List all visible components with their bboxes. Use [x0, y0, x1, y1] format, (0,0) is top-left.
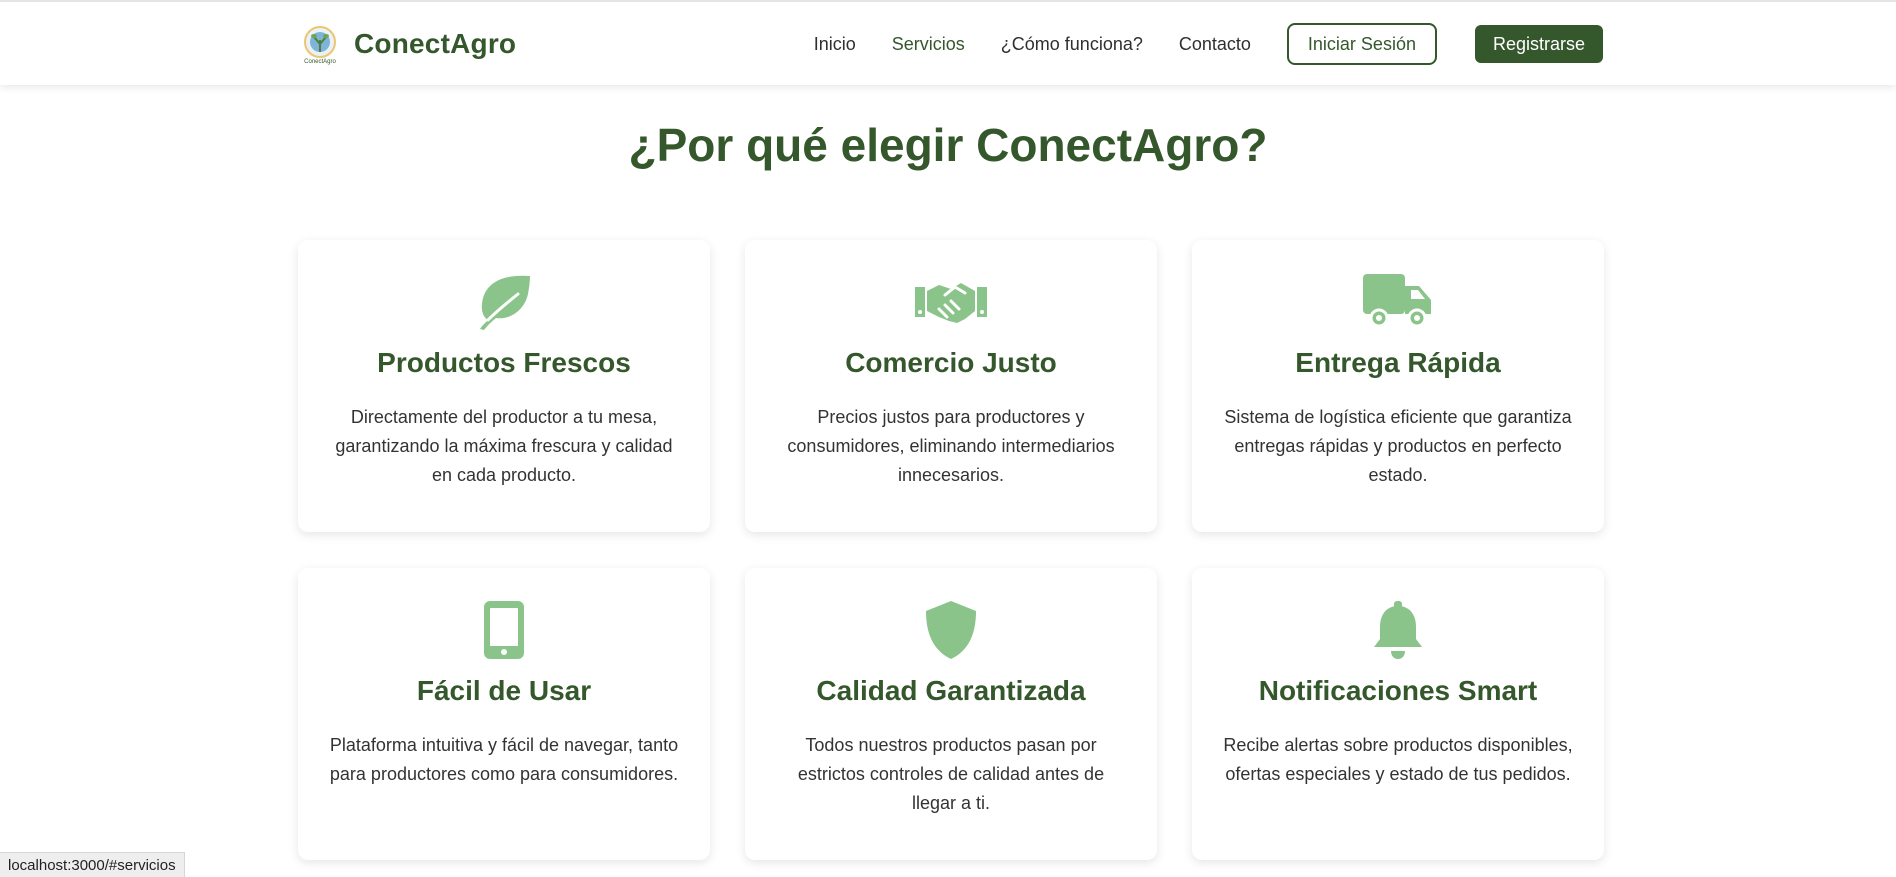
feature-title: Productos Frescos [377, 347, 631, 378]
feature-text: Directamente del productor a tu mesa, ga… [335, 407, 673, 485]
feature-card-comercio-justo: Comercio Justo Precios justos para produ… [745, 240, 1157, 532]
login-button[interactable]: Iniciar Sesión [1286, 23, 1437, 65]
feature-title: Calidad Garantizada [816, 675, 1086, 706]
brand-logo: ConectAgro [298, 22, 342, 66]
bell-icon [1192, 601, 1604, 659]
feature-text: Precios justos para productores y consum… [787, 407, 1115, 485]
main-nav: Inicio Servicios ¿Cómo funciona? Contact… [778, 22, 1603, 66]
feature-card-entrega-rapida: Entrega Rápida Sistema de logística efic… [1192, 240, 1604, 532]
handshake-icon [745, 273, 1157, 331]
feature-text: Plataforma intuitiva y fácil de navegar,… [329, 735, 679, 784]
nav-link-contacto[interactable]: Contacto [1179, 34, 1251, 55]
feature-card-productos-frescos: Productos Frescos Directamente del produ… [298, 240, 710, 532]
feature-text: Sistema de logística eficiente que garan… [1224, 407, 1572, 485]
feature-title: Comercio Justo [845, 347, 1057, 378]
status-bar-url: localhost:3000/#servicios [0, 852, 185, 877]
feature-title: Fácil de Usar [416, 675, 592, 706]
brand-name: ConectAgro [354, 28, 517, 59]
leaf-icon [298, 273, 710, 331]
shield-icon [745, 601, 1157, 659]
register-button[interactable]: Registrarse [1474, 25, 1603, 63]
feature-card-notificaciones-smart: Notificaciones Smart Recibe alertas sobr… [1192, 568, 1604, 860]
site-header: ConectAgro ConectAgro Inicio Servicios ¿… [0, 0, 1896, 85]
feature-text: Recibe alertas sobre productos disponibl… [1223, 735, 1573, 784]
nav-link-como-funciona[interactable]: ¿Cómo funciona? [1001, 34, 1143, 55]
nav-link-servicios[interactable]: Servicios [892, 34, 965, 55]
mobile-icon [298, 601, 710, 659]
section-title: ¿Por qué elegir ConectAgro? [628, 119, 1268, 171]
feature-card-calidad-garantizada: Calidad Garantizada Todos nuestros produ… [745, 568, 1157, 860]
features-grid: Productos Frescos Directamente del produ… [298, 240, 1604, 860]
feature-text: Todos nuestros productos pasan por estri… [797, 735, 1105, 813]
feature-title: Entrega Rápida [1295, 347, 1501, 378]
brand[interactable]: ConectAgro ConectAgro [298, 22, 516, 66]
truck-icon [1192, 273, 1604, 331]
svg-text:ConectAgro: ConectAgro [304, 59, 336, 65]
feature-card-facil-de-usar: Fácil de Usar Plataforma intuitiva y fác… [298, 568, 710, 860]
feature-title: Notificaciones Smart [1258, 675, 1538, 706]
nav-link-inicio[interactable]: Inicio [814, 34, 856, 55]
